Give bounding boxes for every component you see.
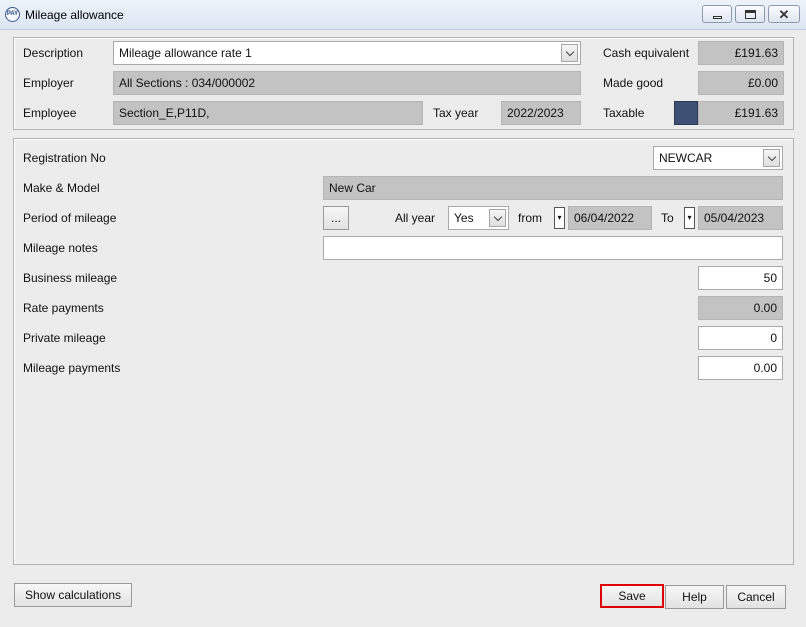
from-date-field[interactable]: 06/04/2022	[568, 206, 652, 230]
taxable-field: £191.63	[698, 101, 784, 125]
minimize-button[interactable]	[702, 5, 732, 23]
private-mileage-label: Private mileage	[23, 331, 106, 345]
registration-label: Registration No	[23, 151, 106, 165]
business-mileage-input[interactable]: 50	[698, 266, 783, 290]
from-label: from	[518, 211, 542, 225]
period-label: Period of mileage	[23, 211, 117, 225]
app-icon: PAY	[5, 7, 20, 22]
to-date-field[interactable]: 05/04/2023	[698, 206, 783, 230]
from-date-spin[interactable]: ▾	[554, 207, 565, 229]
maximize-icon	[744, 9, 756, 19]
title-bar: PAY Mileage allowance ✕	[0, 0, 806, 30]
save-button[interactable]: Save	[600, 584, 664, 608]
taxable-color-swatch[interactable]	[674, 101, 698, 125]
rate-payments-label: Rate payments	[23, 301, 104, 315]
made-good-field: £0.00	[698, 71, 784, 95]
all-year-value: Yes	[454, 211, 474, 225]
to-date-spin[interactable]: ▾	[684, 207, 695, 229]
cash-equivalent-field: £191.63	[698, 41, 784, 65]
registration-select[interactable]: NEWCAR	[653, 146, 783, 170]
mileage-notes-input[interactable]	[323, 236, 783, 260]
notes-label: Mileage notes	[23, 241, 98, 255]
make-model-field: New Car	[323, 176, 783, 200]
window-title: Mileage allowance	[25, 8, 124, 22]
tax-year-label: Tax year	[433, 106, 479, 120]
help-button[interactable]: Help	[665, 585, 724, 609]
chevron-down-icon	[565, 47, 574, 56]
chevron-down-icon	[493, 212, 502, 221]
minimize-icon	[712, 15, 722, 19]
maximize-button[interactable]	[735, 5, 765, 23]
make-model-label: Make & Model	[23, 181, 100, 195]
employee-field: Section_E,P11D,	[113, 101, 423, 125]
employee-label: Employee	[23, 106, 77, 120]
all-year-label: All year	[395, 211, 436, 225]
description-select[interactable]: Mileage allowance rate 1	[113, 41, 581, 65]
mileage-payments-input[interactable]: 0.00	[698, 356, 783, 380]
cash-equivalent-label: Cash equivalent	[603, 46, 690, 60]
show-calculations-button[interactable]: Show calculations	[14, 583, 132, 607]
employer-label: Employer	[23, 76, 74, 90]
business-mileage-label: Business mileage	[23, 271, 118, 285]
cancel-button[interactable]: Cancel	[726, 585, 786, 609]
all-year-select[interactable]: Yes	[448, 206, 509, 230]
rate-payments-field: 0.00	[698, 296, 783, 320]
details-panel	[13, 138, 794, 565]
registration-value: NEWCAR	[659, 151, 713, 165]
to-label: To	[661, 211, 674, 225]
taxable-label: Taxable	[603, 106, 645, 120]
period-picker-button[interactable]: ...	[323, 206, 349, 230]
employer-field: All Sections : 034/000002	[113, 71, 581, 95]
all-year-dropdown-button[interactable]	[489, 209, 506, 227]
tax-year-field: 2022/2023	[501, 101, 581, 125]
close-icon: ✕	[778, 6, 790, 22]
mileage-payments-label: Mileage payments	[23, 361, 121, 375]
chevron-down-icon	[767, 152, 776, 161]
description-label: Description	[23, 46, 84, 60]
close-button[interactable]: ✕	[768, 5, 800, 23]
private-mileage-input[interactable]: 0	[698, 326, 783, 350]
made-good-label: Made good	[603, 76, 664, 90]
description-dropdown-button[interactable]	[561, 44, 578, 62]
registration-dropdown-button[interactable]	[763, 149, 780, 167]
description-value: Mileage allowance rate 1	[119, 46, 252, 60]
